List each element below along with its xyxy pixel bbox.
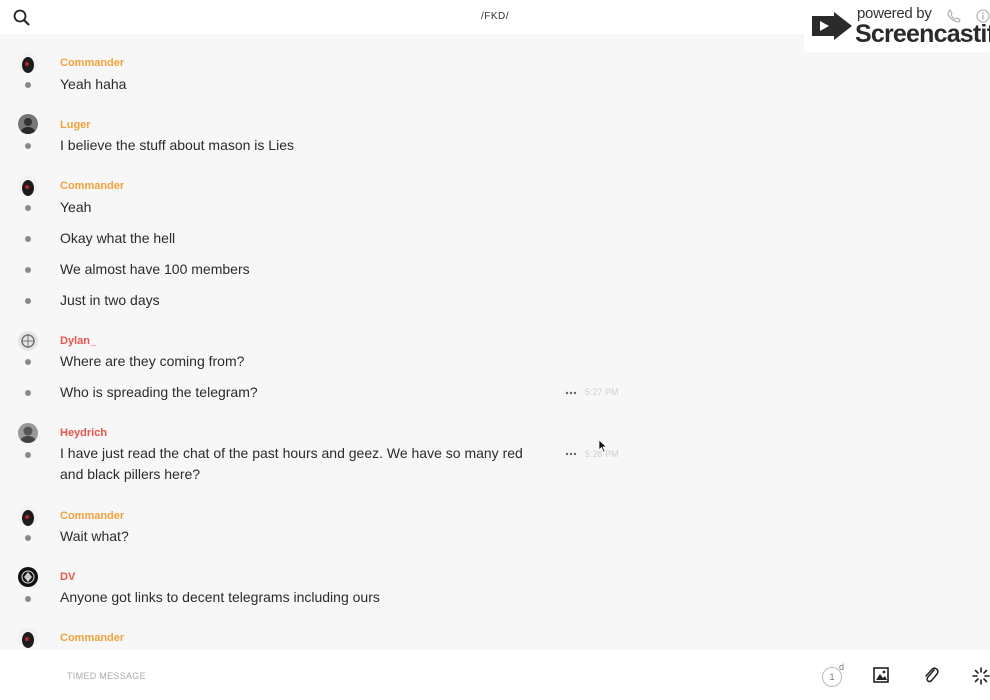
message-dot — [25, 535, 31, 541]
composer-bar: 1 d — [0, 650, 990, 700]
message-input[interactable] — [67, 669, 767, 683]
burn-effect-icon[interactable] — [972, 667, 990, 685]
message-timestamp: 5:27 PM — [585, 387, 619, 397]
avatar[interactable] — [18, 423, 38, 443]
message-text: Okay what the hell — [60, 230, 176, 246]
message-dot — [25, 452, 31, 458]
message-dot — [25, 596, 31, 602]
avatar[interactable] — [18, 506, 38, 526]
message-dot — [25, 390, 31, 396]
message-dot — [25, 298, 31, 304]
message-text: Yeah — [60, 199, 92, 215]
message-timestamp: 5:28 PM — [585, 449, 619, 459]
avatar[interactable] — [18, 53, 38, 73]
username[interactable]: Dylan_ — [60, 335, 96, 347]
username[interactable]: Luger — [60, 119, 91, 131]
phone-icon[interactable] — [947, 9, 961, 23]
message-dot — [25, 359, 31, 365]
message-text: Anyone got links to decent telegrams inc… — [60, 589, 380, 605]
avatar[interactable] — [18, 331, 38, 351]
image-icon[interactable] — [873, 667, 889, 683]
username[interactable]: DV — [60, 571, 75, 583]
timer-button[interactable]: 1 d — [822, 662, 846, 687]
message-dot — [25, 82, 31, 88]
avatar[interactable] — [18, 628, 38, 648]
message-dot — [25, 205, 31, 211]
message-dot — [25, 236, 31, 242]
username[interactable]: Commander — [60, 510, 124, 522]
message-dot — [25, 143, 31, 149]
timer-unit: d — [839, 662, 845, 672]
avatar[interactable] — [18, 114, 38, 134]
username[interactable]: Commander — [60, 632, 124, 644]
username[interactable]: Heydrich — [60, 427, 107, 439]
more-options-icon[interactable] — [565, 452, 577, 456]
avatar[interactable] — [18, 567, 38, 587]
more-options-icon[interactable] — [565, 391, 577, 395]
message-text: Where are they coming from? — [60, 353, 245, 369]
message-text: Who is spreading the telegram? — [60, 384, 258, 400]
message-list[interactable]: Commander Yeah haha Luger I believe the … — [0, 34, 990, 650]
message-dot — [25, 267, 31, 273]
username[interactable]: Commander — [60, 57, 124, 69]
message-text: We almost have 100 members — [60, 261, 250, 277]
message-text: I believe the stuff about mason is Lies — [60, 137, 294, 153]
message-text: Yeah haha — [60, 76, 127, 92]
message-text: Wait what? — [60, 528, 129, 544]
avatar[interactable] — [18, 176, 38, 196]
info-icon[interactable] — [976, 9, 990, 23]
message-text: Just in two days — [60, 292, 160, 308]
attachment-icon[interactable] — [923, 666, 939, 684]
username[interactable]: Commander — [60, 180, 124, 192]
message-text: I have just read the chat of the past ho… — [60, 445, 523, 482]
